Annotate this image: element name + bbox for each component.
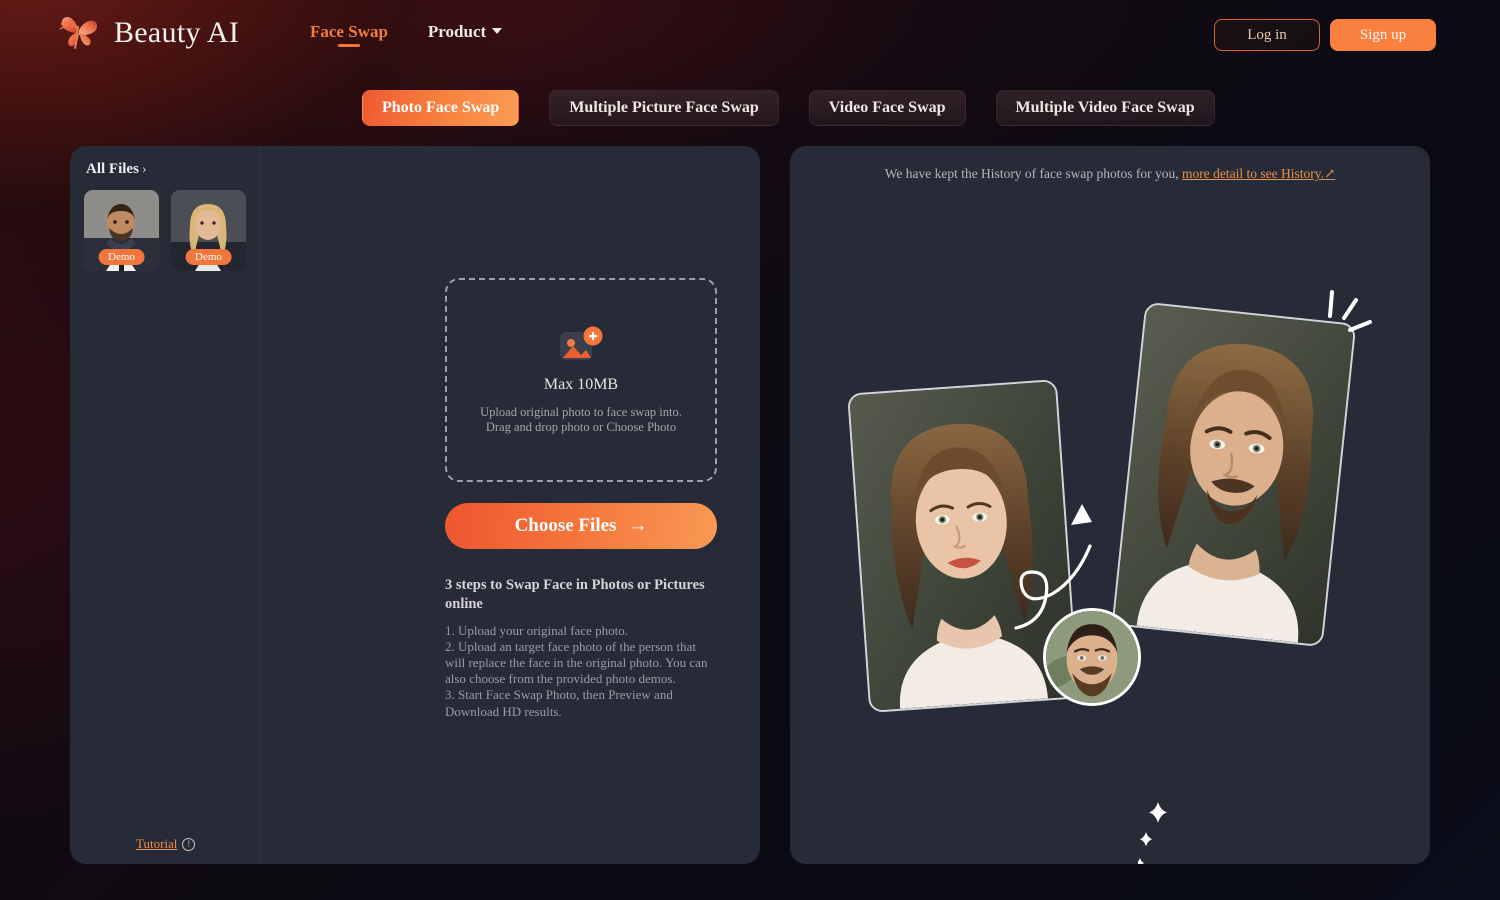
signup-button[interactable]: Sign up <box>1330 19 1436 51</box>
spark-lines-icon <box>1328 290 1372 332</box>
sparkle-icons <box>1138 802 1167 864</box>
tab-multiple-picture-face-swap[interactable]: Multiple Picture Face Swap <box>549 90 779 126</box>
nav-item-product[interactable]: Product <box>427 22 503 47</box>
dropzone-hint-line1: Upload original photo to face swap into. <box>480 404 682 419</box>
steps-title: 3 steps to Swap Face in Photos or Pictur… <box>445 577 705 613</box>
demo-thumbnail-man[interactable]: Demo <box>84 190 159 271</box>
upload-dropzone[interactable]: Max 10MB Upload original photo to face s… <box>445 278 717 482</box>
man-portrait-image <box>1113 304 1355 645</box>
nav-item-product-label: Product <box>427 22 487 41</box>
all-files-header[interactable]: All Files › <box>86 161 147 178</box>
arrow-right-icon: → <box>628 515 648 536</box>
nav-item-face-swap[interactable]: Face Swap <box>310 22 388 47</box>
exclamation-circle-icon: ! <box>182 837 196 851</box>
auth-actions: Log in Sign up <box>1214 19 1436 51</box>
page-root: Beauty AI Face Swap Product Log in Sign … <box>0 0 1500 900</box>
tab-video-face-swap[interactable]: Video Face Swap <box>808 90 966 126</box>
tutorial-link[interactable]: Tutorial ! <box>136 836 196 852</box>
workspace-panel: All Files › Demo Demo Tutorial ! Max 10M… <box>70 146 760 864</box>
result-photo-card <box>1111 301 1357 648</box>
login-button[interactable]: Log in <box>1214 19 1320 51</box>
man-face-image <box>1046 611 1138 703</box>
all-files-label: All Files <box>86 161 139 177</box>
mode-tabs: Photo Face Swap Multiple Picture Face Sw… <box>362 90 1215 126</box>
dropzone-hint: Upload original photo to face swap into.… <box>480 405 682 435</box>
dropzone-hint-line2: Drag and drop photo or Choose Photo <box>485 419 677 434</box>
main-nav: Face Swap Product <box>310 22 503 47</box>
source-face-avatar <box>1043 608 1141 706</box>
chevron-down-icon <box>492 28 503 34</box>
max-size-label: Max 10MB <box>543 375 619 393</box>
upload-column: Max 10MB Upload original photo to face s… <box>261 146 760 864</box>
demo-thumbnail-list: Demo Demo <box>84 190 246 271</box>
preview-panel: We have kept the History of face swap ph… <box>790 146 1430 864</box>
choose-files-label: Choose Files <box>514 515 617 536</box>
choose-files-button[interactable]: Choose Files → <box>445 503 717 549</box>
face-swap-illustration <box>790 146 1430 864</box>
brand-logo[interactable]: Beauty AI <box>52 12 239 54</box>
demo-badge[interactable]: Demo <box>98 249 145 265</box>
nav-item-face-swap-label: Face Swap <box>310 22 388 41</box>
tab-photo-face-swap[interactable]: Photo Face Swap <box>362 90 520 126</box>
image-plus-icon <box>559 326 603 366</box>
site-header: Beauty AI Face Swap Product Log in Sign … <box>0 0 1500 70</box>
tab-multiple-video-face-swap[interactable]: Multiple Video Face Swap <box>995 90 1215 126</box>
tutorial-label: Tutorial <box>136 836 178 851</box>
brand-name: Beauty AI <box>114 16 240 49</box>
steps-body: 1. Upload your original face photo. 2. U… <box>445 623 708 719</box>
demo-badge[interactable]: Demo <box>185 249 232 265</box>
files-sidebar: All Files › Demo Demo Tutorial ! <box>70 146 260 864</box>
demo-thumbnail-woman[interactable]: Demo <box>171 190 246 271</box>
chevron-right-icon: › <box>141 162 147 177</box>
butterfly-icon <box>59 16 98 49</box>
